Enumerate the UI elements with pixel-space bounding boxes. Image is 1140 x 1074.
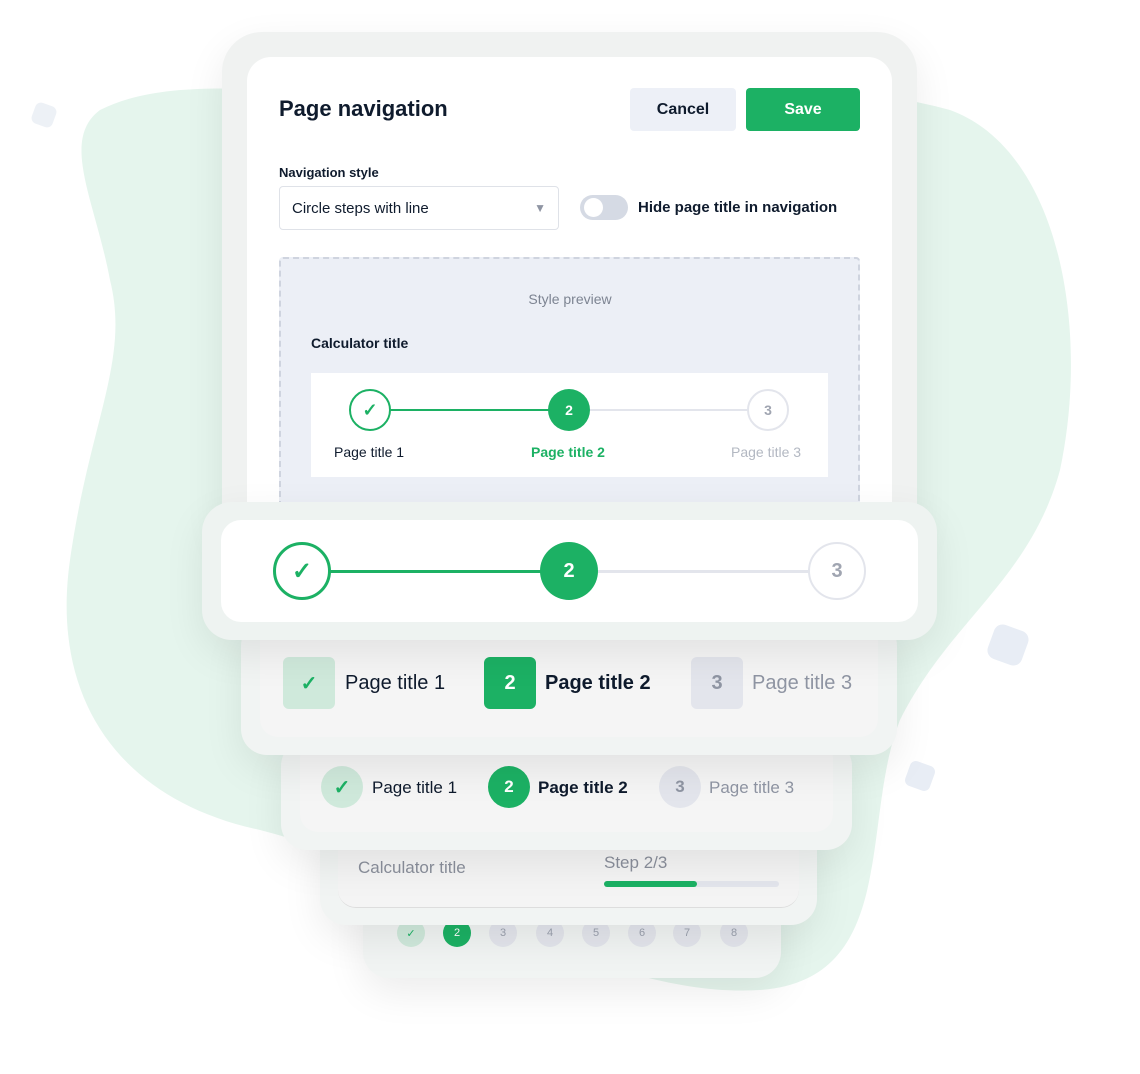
nav-style-select[interactable]: Circle steps with line ▼ — [279, 186, 559, 230]
square-step-2[interactable]: 2 — [484, 657, 536, 709]
nav-style-label: Navigation style — [279, 165, 379, 180]
progress-step-text: Step 2/3 — [604, 853, 668, 872]
big-step-2[interactable]: 2 — [540, 542, 598, 600]
square-step-label-1: Page title 1 — [345, 672, 446, 694]
circle-step-2[interactable]: 2 — [488, 766, 530, 808]
progress-calc-title: Calculator title — [358, 858, 466, 877]
preview-step-label-1: Page title 1 — [334, 444, 405, 460]
toggle-label: Hide page title in navigation — [638, 199, 838, 216]
big-step-3[interactable]: 3 — [808, 542, 866, 600]
preview-calc-title: Calculator title — [311, 335, 409, 351]
check-icon[interactable]: ✓ — [321, 766, 363, 808]
save-button[interactable]: Save — [746, 88, 860, 131]
chevron-down-icon: ▼ — [534, 201, 546, 215]
square-step-label-2: Page title 2 — [545, 672, 651, 694]
cancel-button[interactable]: Cancel — [630, 88, 736, 131]
progress-bar — [604, 881, 779, 887]
square-step-label-3: Page title 3 — [752, 672, 853, 694]
progress-bar-fill — [604, 881, 697, 887]
preview-step-3[interactable]: 3 — [747, 389, 789, 431]
preview-step-2[interactable]: 2 — [548, 389, 590, 431]
hide-title-toggle[interactable] — [580, 195, 628, 220]
circle-step-label-2: Page title 2 — [538, 778, 628, 797]
check-icon[interactable]: ✓ — [283, 657, 335, 709]
circle-step-label-3: Page title 3 — [709, 778, 795, 797]
circle-step-3[interactable]: 3 — [659, 766, 701, 808]
square-step-3[interactable]: 3 — [691, 657, 743, 709]
check-icon[interactable]: ✓ — [273, 542, 331, 600]
preview-label: Style preview — [528, 291, 612, 307]
preview-step-label-3: Page title 3 — [731, 444, 802, 460]
nav-style-value: Circle steps with line — [292, 199, 429, 217]
page-title: Page navigation — [279, 96, 448, 121]
circle-step-label-1: Page title 1 — [372, 778, 458, 797]
preview-step-label-2: Page title 2 — [531, 444, 605, 460]
check-icon[interactable]: ✓ — [349, 389, 391, 431]
